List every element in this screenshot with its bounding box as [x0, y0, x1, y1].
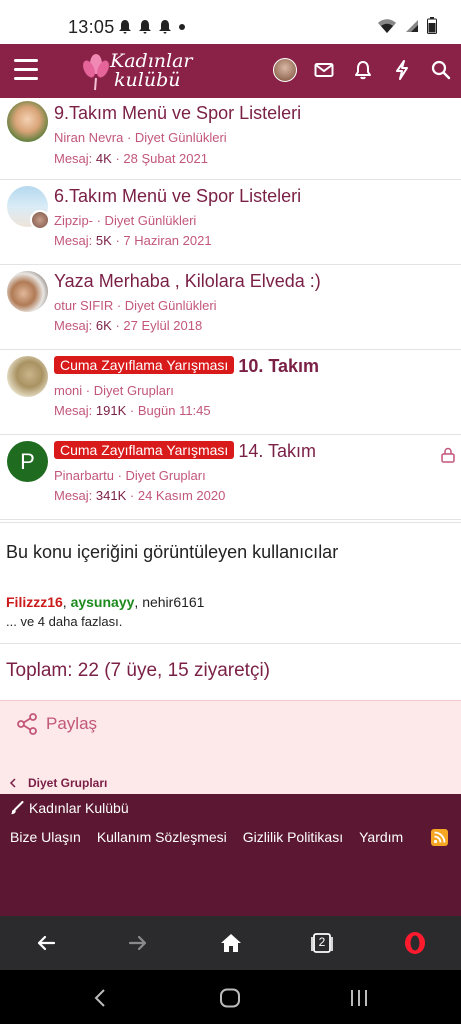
thread-item[interactable]: Yaza Merhaba , Kilolara Elveda :) otur S…	[0, 265, 461, 350]
thread-meta[interactable]: moni · Diyet Grupları	[54, 383, 174, 398]
lightning-icon	[396, 60, 408, 80]
footer-link-terms[interactable]: Kullanım Sözleşmesi	[97, 829, 227, 845]
thread-item[interactable]: 6.Takım Menü ve Spor Listeleri Zipzip- ·…	[0, 180, 461, 265]
search-icon	[431, 60, 451, 80]
menu-icon[interactable]	[14, 59, 38, 81]
tab-count: 2	[318, 935, 326, 949]
dot-icon	[179, 23, 185, 30]
thread-item[interactable]: 9.Takım Menü ve Spor Listeleri Niran Nev…	[0, 98, 461, 180]
co-avatar	[30, 210, 50, 230]
viewer-link[interactable]: nehir6161	[142, 594, 204, 610]
viewers-list: Filizzz16, aysunayy, nehir6161	[6, 594, 205, 610]
viewer-link[interactable]: aysunayy	[71, 594, 135, 610]
user-avatar[interactable]: P	[7, 441, 48, 482]
avatar-letter: P	[20, 448, 35, 474]
tabs-button[interactable]: 2	[310, 931, 334, 955]
footer-link-privacy[interactable]: Gizlilik Politikası	[243, 829, 343, 845]
share-label: Paylaş	[46, 714, 98, 733]
footer-brand-label: Kadınlar Kulübü	[29, 800, 129, 816]
viewers-title: Bu konu içeriğini görüntüleyen kullanıcı…	[6, 542, 339, 562]
thread-stats: Mesaj: 5K · 7 Haziran 2021	[54, 233, 212, 248]
avatar	[273, 58, 297, 82]
site-footer: Kadınlar Kulübü Bize Ulaşın Kullanım Söz…	[0, 794, 461, 916]
total-viewers: Toplam: 22 (7 üye, 15 ziyaretçi)	[6, 660, 271, 681]
breadcrumb[interactable]: Diyet Grupları	[8, 776, 107, 790]
viewers-block: Bu konu içeriğini görüntüleyen kullanıcı…	[0, 522, 461, 644]
bell-icon	[355, 61, 371, 80]
thread-title[interactable]: 6.Takım Menü ve Spor Listeleri	[54, 186, 301, 207]
thread-title[interactable]: Cuma Zayıflama Yarışması 10. Takım	[54, 356, 319, 377]
thread-title[interactable]: Yaza Merhaba , Kilolara Elveda :)	[54, 271, 321, 292]
system-home-icon[interactable]	[219, 988, 241, 1008]
system-nav-bar	[0, 970, 461, 1024]
user-avatar[interactable]	[7, 101, 48, 142]
footer-links: Bize Ulaşın Kullanım Sözleşmesi Gizlilik…	[10, 829, 419, 845]
breadcrumb-link[interactable]: Diyet Grupları	[28, 776, 107, 790]
envelope-icon	[314, 63, 334, 77]
thread-title-text[interactable]: 10. Takım	[238, 356, 319, 376]
thread-meta[interactable]: Zipzip- · Diyet Günlükleri	[54, 213, 196, 228]
rss-icon[interactable]	[431, 829, 448, 846]
header-actions	[272, 57, 461, 83]
thread-meta[interactable]: otur SIFIR · Diyet Günlükleri	[54, 298, 217, 313]
viewer-link[interactable]: Filizzz16	[6, 594, 63, 610]
status-bar: 13:05	[0, 0, 461, 44]
thread-title[interactable]: Cuma Zayıflama Yarışması 14. Takım	[54, 441, 316, 462]
forward-arrow-icon[interactable]	[126, 931, 150, 955]
thread-prefix-badge[interactable]: Cuma Zayıflama Yarışması	[54, 356, 235, 374]
thread-stats: Mesaj: 191K · Bugün 11:45	[54, 403, 211, 418]
home-icon[interactable]	[219, 931, 243, 955]
share-button[interactable]: Paylaş	[16, 713, 97, 735]
share-icon	[17, 713, 37, 735]
bell-notification-icon	[119, 20, 131, 34]
footer-brand[interactable]: Kadınlar Kulübü	[10, 800, 129, 816]
opera-menu-icon[interactable]	[403, 931, 427, 955]
account-avatar-button[interactable]	[272, 57, 298, 83]
search-button[interactable]	[428, 57, 454, 83]
system-back-icon[interactable]	[94, 989, 106, 1007]
paint-brush-icon	[11, 801, 24, 815]
logo-line-2: kulübü	[114, 69, 181, 91]
share-section: Paylaş Diyet Grupları	[0, 700, 461, 794]
viewers-more: ... ve 4 daha fazlası.	[6, 614, 123, 629]
lock-icon	[441, 447, 455, 463]
bell-notification-icon	[139, 20, 151, 34]
signal-icon	[406, 19, 418, 32]
thread-stats: Mesaj: 341K · 24 Kasım 2020	[54, 488, 226, 503]
thread-meta[interactable]: Pinarbartu · Diyet Grupları	[54, 468, 206, 483]
site-logo[interactable]: Kadınlar kulübü	[80, 50, 193, 94]
system-recents-icon[interactable]	[350, 989, 368, 1007]
flower-logo-icon	[83, 54, 109, 91]
thread-meta[interactable]: Niran Nevra · Diyet Günlükleri	[54, 130, 227, 145]
back-arrow-icon[interactable]	[34, 931, 58, 955]
alerts-button[interactable]	[350, 57, 376, 83]
status-time: 13:05	[68, 17, 115, 37]
thread-title-text[interactable]: 14. Takım	[238, 441, 316, 461]
status-system-icons	[377, 17, 437, 34]
wifi-icon	[378, 18, 396, 33]
thread-list: 9.Takım Menü ve Spor Listeleri Niran Nev…	[0, 98, 461, 520]
chevron-left-icon	[9, 778, 16, 788]
bell-notification-icon	[159, 20, 171, 34]
user-avatar[interactable]	[7, 271, 48, 312]
footer-link-contact[interactable]: Bize Ulaşın	[10, 829, 81, 845]
battery-icon	[427, 17, 437, 34]
thread-stats: Mesaj: 6K · 27 Eylül 2018	[54, 318, 203, 333]
thread-stats: Mesaj: 4K · 28 Şubat 2021	[54, 151, 208, 166]
app-header: Kadınlar kulübü	[0, 44, 461, 98]
thread-item[interactable]: P Cuma Zayıflama Yarışması 14. Takım Pina…	[0, 435, 461, 520]
whats-new-button[interactable]	[389, 57, 415, 83]
thread-item[interactable]: Cuma Zayıflama Yarışması 10. Takım moni ·…	[0, 350, 461, 435]
status-notifications	[118, 19, 186, 34]
logo-text: Kadınlar kulübü	[110, 52, 193, 90]
user-avatar[interactable]	[7, 356, 48, 397]
footer-link-help[interactable]: Yardım	[359, 829, 403, 845]
thread-title[interactable]: 9.Takım Menü ve Spor Listeleri	[54, 103, 301, 124]
browser-toolbar: 2	[0, 916, 461, 970]
thread-prefix-badge[interactable]: Cuma Zayıflama Yarışması	[54, 441, 235, 459]
inbox-button[interactable]	[311, 57, 337, 83]
